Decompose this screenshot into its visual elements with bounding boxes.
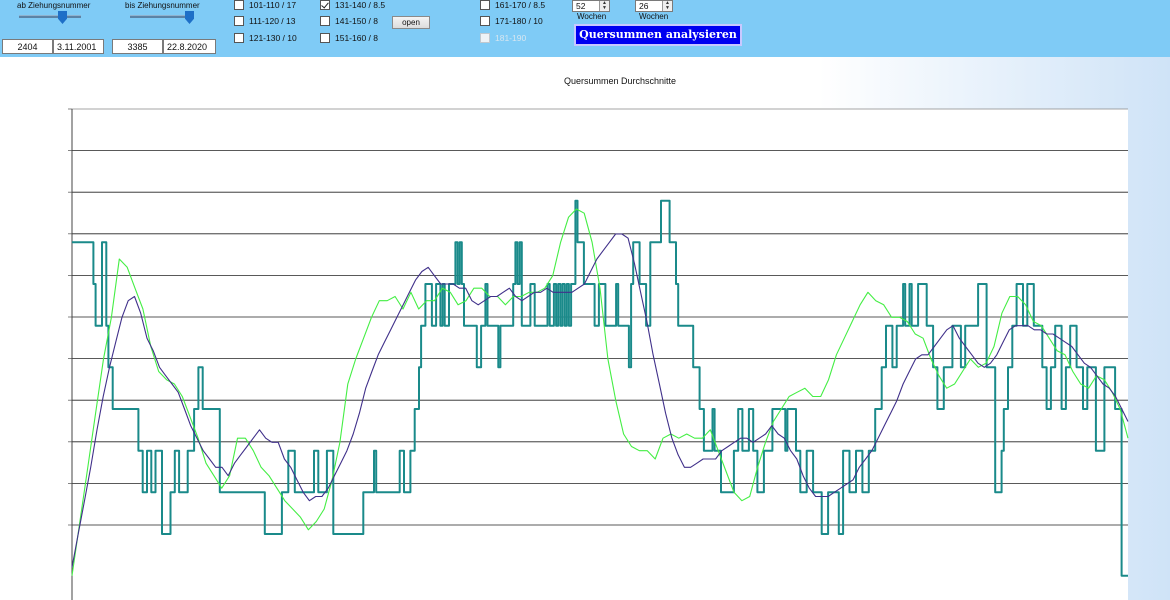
checkbox-box[interactable] — [480, 16, 490, 26]
chart-area: Quersummen Durchschnitte — [0, 57, 1170, 600]
analyze-button[interactable]: Quersummen analysieren — [574, 24, 742, 46]
from-slider[interactable] — [19, 15, 81, 18]
range-label: 131-140 / 8.5 — [335, 0, 386, 10]
checkbox-box[interactable] — [320, 16, 330, 26]
range-checkbox-9[interactable]: 181-190 — [480, 33, 526, 43]
range-label: 111-120 / 13 — [249, 16, 296, 26]
checkbox-box[interactable] — [234, 33, 244, 43]
checkbox-box[interactable] — [234, 0, 244, 10]
range-checkbox-5[interactable]: 141-150 / 8 — [320, 16, 378, 26]
spinner-arrows-icon[interactable]: ▲ ▼ — [662, 1, 672, 11]
range-label: 171-180 / 10 — [495, 16, 543, 26]
checkbox-box[interactable] — [480, 0, 490, 10]
from-date-field[interactable]: 3.11.2001 — [53, 39, 104, 54]
range-label: 141-150 / 8 — [335, 16, 379, 26]
range-label: 151-160 / 8 — [335, 33, 379, 43]
weeks-26-label: Wochen — [639, 12, 669, 21]
to-label: bis Ziehungsnummer — [125, 1, 200, 10]
range-label: 161-170 / 8.5 — [495, 0, 546, 10]
range-checkbox-7[interactable]: 161-170 / 8.5 — [480, 0, 545, 10]
checkbox-box[interactable] — [320, 33, 330, 43]
from-number-field[interactable]: 2404 — [2, 39, 53, 54]
from-label: ab Ziehungsnummer — [17, 1, 91, 10]
range-label: 101-110 / 17 — [249, 0, 297, 10]
range-checkbox-4[interactable]: 131-140 / 8.5 — [320, 0, 385, 10]
weeks-52-value: 52 — [576, 1, 586, 11]
open-button[interactable]: open — [392, 16, 430, 29]
range-checkbox-3[interactable]: 121-130 / 10 — [234, 33, 297, 43]
plot-background — [72, 109, 1128, 600]
range-checkbox-2[interactable]: 111-120 / 13 — [234, 16, 295, 26]
toolbar: ab Ziehungsnummer bis Ziehungsnummer 240… — [0, 0, 1170, 57]
weeks-52-spinner[interactable]: 52 ▲ ▼ — [572, 0, 610, 12]
range-label: 121-130 / 10 — [249, 33, 297, 43]
to-slider-thumb[interactable] — [185, 11, 194, 24]
weeks-26-value: 26 — [639, 1, 649, 11]
to-slider[interactable] — [130, 15, 194, 18]
to-number-field[interactable]: 3385 — [112, 39, 163, 54]
checkbox-box[interactable] — [234, 16, 244, 26]
spinner-arrows-icon[interactable]: ▲ ▼ — [599, 1, 609, 11]
checkbox-box[interactable] — [480, 33, 490, 43]
range-checkbox-1[interactable]: 101-110 / 17 — [234, 0, 296, 10]
checkbox-box[interactable] — [320, 0, 330, 10]
chart-plot — [68, 108, 1129, 600]
from-slider-thumb[interactable] — [58, 11, 67, 24]
range-checkbox-6[interactable]: 151-160 / 8 — [320, 33, 378, 43]
to-date-field[interactable]: 22.8.2020 — [163, 39, 216, 54]
range-checkbox-8[interactable]: 171-180 / 10 — [480, 16, 543, 26]
weeks-52-label: Wochen — [577, 12, 607, 21]
weeks-26-spinner[interactable]: 26 ▲ ▼ — [635, 0, 673, 12]
range-label: 181-190 — [495, 33, 527, 43]
